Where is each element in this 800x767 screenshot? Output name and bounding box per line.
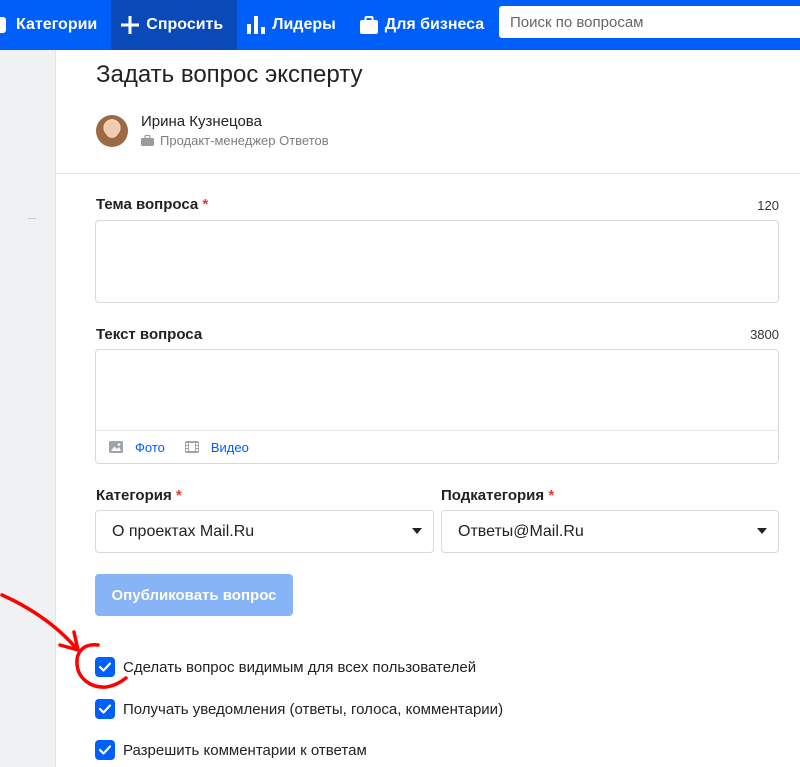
required-mark: * [548, 487, 555, 504]
attach-photo-label: Фото [135, 439, 165, 455]
required-mark: * [175, 487, 182, 504]
category-label: Категория * [96, 487, 182, 504]
briefcase-icon [359, 16, 378, 34]
option-notifications[interactable]: Получать уведомления (ответы, голоса, ко… [95, 699, 503, 719]
category-label-text: Категория [96, 487, 172, 504]
check-icon [99, 745, 111, 755]
option-allow-comments[interactable]: Разрешить комментарии к ответам [95, 740, 367, 760]
briefcase-icon [141, 135, 154, 146]
nav-ask-label: Спросить [146, 16, 224, 33]
avatar[interactable] [96, 114, 128, 147]
check-icon [99, 704, 111, 714]
required-mark: * [202, 196, 209, 213]
bar-chart-icon [247, 16, 266, 34]
plus-icon [121, 16, 140, 34]
page-title: Задать вопрос эксперту [96, 61, 363, 88]
expert-role: Продакт-менеджер Ответов [141, 133, 329, 148]
topic-label-text: Тема вопроса [96, 196, 199, 213]
video-icon [184, 441, 199, 453]
expert-card: Ирина Кузнецова Продакт-менеджер Ответов [96, 113, 329, 148]
attachments-bar: Фото Видео [96, 430, 778, 463]
search-box[interactable] [499, 6, 800, 38]
dropdown-caret-icon [412, 528, 422, 534]
nav-business-label: Для бизнеса [384, 16, 485, 33]
option-label: Разрешить комментарии к ответам [123, 741, 367, 759]
checkbox-notifications[interactable] [95, 699, 115, 719]
topic-input[interactable] [96, 221, 778, 302]
option-label: Сделать вопрос видимым для всех пользова… [123, 658, 477, 676]
check-icon [99, 662, 111, 672]
attach-photo-button[interactable]: Фото [109, 440, 165, 455]
nav-ask-button[interactable]: Спросить [111, 0, 238, 50]
text-label-text: Текст вопроса [96, 326, 203, 343]
top-navigation: Категории Спросить Лидеры Для бизнеса [0, 0, 800, 50]
text-label: Текст вопроса [96, 326, 202, 343]
topic-field[interactable] [95, 220, 779, 303]
category-value: О проектах Mail.Ru [112, 522, 255, 540]
category-select[interactable]: О проектах Mail.Ru [95, 510, 434, 553]
left-gutter [0, 50, 56, 767]
search-input[interactable] [510, 13, 800, 31]
expert-name[interactable]: Ирина Кузнецова [141, 113, 329, 130]
subcategory-value: Ответы@Mail.Ru [458, 522, 584, 540]
nav-leaders[interactable]: Лидеры [237, 0, 350, 50]
topic-label: Тема вопроса * [96, 196, 208, 213]
subcategory-label-text: Подкатегория [441, 487, 545, 504]
checkbox-visible-to-all[interactable] [95, 657, 115, 677]
expert-role-label: Продакт-менеджер Ответов [160, 133, 329, 148]
attach-video-label: Видео [210, 439, 249, 455]
categories-icon [0, 17, 6, 33]
subcategory-select[interactable]: Ответы@Mail.Ru [441, 510, 779, 553]
nav-leaders-label: Лидеры [272, 16, 336, 33]
checkbox-allow-comments[interactable] [95, 740, 115, 760]
nav-categories[interactable]: Категории [0, 0, 111, 50]
text-input[interactable] [96, 350, 778, 431]
nav-business[interactable]: Для бизнеса [350, 0, 498, 50]
gutter-tick [28, 218, 36, 219]
option-visible-to-all[interactable]: Сделать вопрос видимым для всех пользова… [95, 657, 476, 677]
photo-icon [109, 441, 123, 453]
text-counter: 3800 [750, 327, 779, 342]
dropdown-caret-icon [757, 528, 767, 534]
option-label: Получать уведомления (ответы, голоса, ко… [123, 700, 504, 718]
publish-button[interactable]: Опубликовать вопрос [95, 574, 293, 616]
section-divider [56, 173, 800, 174]
text-field[interactable]: Фото Видео [95, 349, 779, 464]
topic-counter: 120 [757, 198, 779, 213]
nav-categories-label: Категории [16, 16, 98, 33]
attach-video-button[interactable]: Видео [184, 439, 249, 455]
subcategory-label: Подкатегория * [441, 487, 554, 504]
